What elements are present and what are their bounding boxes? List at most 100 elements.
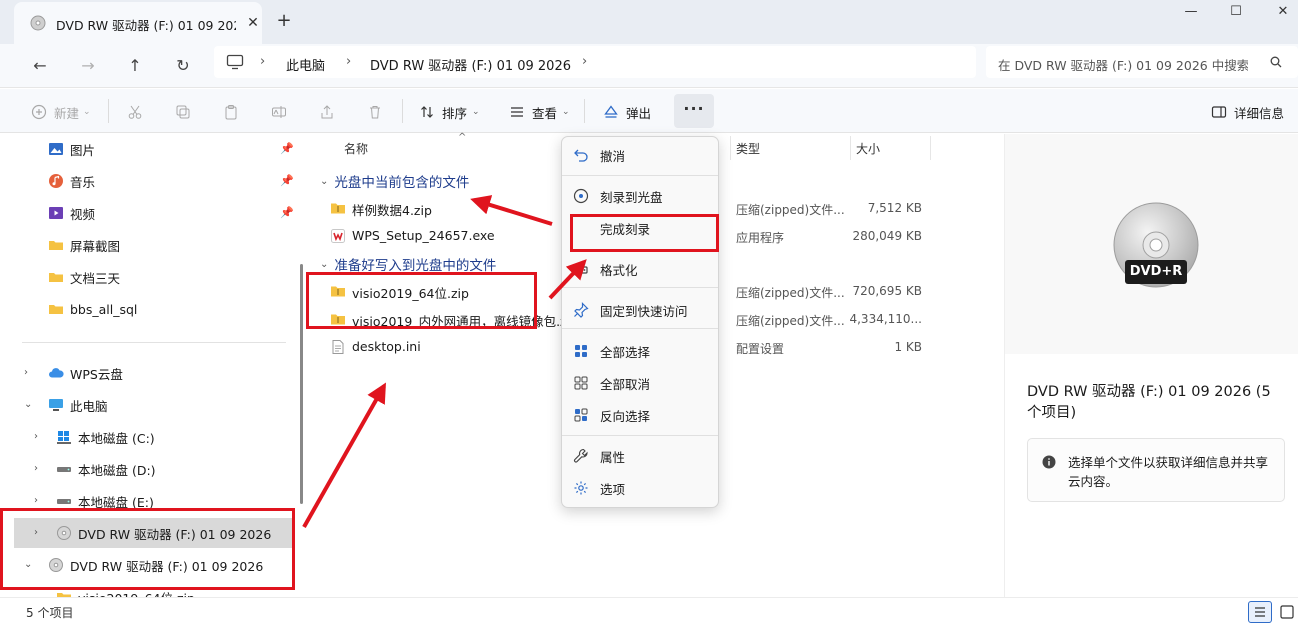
share-button[interactable]: [318, 102, 342, 122]
breadcrumb-this-pc[interactable]: 此电脑: [286, 55, 325, 74]
chevron-down-icon[interactable]: ⌄: [24, 399, 32, 410]
toolbar-divider: [402, 99, 403, 123]
chevron-right-icon[interactable]: ›: [34, 495, 38, 506]
nav-item-bbs-all-sql[interactable]: bbs_all_sql: [48, 297, 137, 321]
column-header-name[interactable]: 名称: [344, 140, 368, 157]
tiles-view-icon: [1280, 605, 1294, 619]
pin-icon[interactable]: 📌: [280, 174, 294, 187]
new-button[interactable]: 新建 ⌄: [30, 102, 91, 122]
nav-item-drive-c[interactable]: 本地磁盘 (C:): [56, 425, 155, 449]
more-options-button[interactable]: ···: [674, 94, 714, 128]
sort-arrows-icon: [418, 103, 436, 121]
details-pane-button[interactable]: 详细信息: [1210, 102, 1284, 122]
column-divider[interactable]: [850, 136, 851, 160]
maximize-button[interactable]: ☐: [1223, 4, 1249, 24]
menu-item-options[interactable]: 选项: [568, 474, 714, 502]
share-icon: [318, 103, 336, 121]
sort-button[interactable]: 排序 ⌄: [418, 102, 480, 122]
rename-icon: [270, 103, 288, 121]
nav-item-drive-d[interactable]: 本地磁盘 (D:): [56, 457, 156, 481]
forward-button[interactable]: →: [76, 54, 100, 78]
nav-item-screenshots[interactable]: 屏幕截图: [48, 233, 120, 257]
group-title: 光盘中当前包含的文件: [334, 175, 470, 191]
annotation-box-finish-burn: [570, 214, 719, 252]
menu-label: 格式化: [600, 262, 638, 278]
tab-close-icon[interactable]: ✕: [244, 14, 262, 32]
column-divider[interactable]: [730, 136, 731, 160]
address-bar-row: ← → ↑ ↻ › 此电脑 › DVD RW 驱动器 (F:) 01 09 20…: [0, 44, 1298, 88]
file-size: 280,049 KB: [852, 229, 922, 243]
nav-label: 此电脑: [70, 398, 108, 414]
group-header-pending[interactable]: ⌄ 准备好写入到光盘中的文件: [320, 254, 496, 274]
copy-button[interactable]: [174, 102, 198, 122]
delete-button[interactable]: [366, 102, 390, 122]
nav-item-wps-cloud[interactable]: WPS云盘: [48, 361, 123, 385]
menu-label: 刻录到光盘: [600, 189, 663, 205]
new-tab-button[interactable]: +: [274, 12, 294, 32]
nav-item-videos[interactable]: 视频: [48, 201, 95, 225]
menu-item-undo[interactable]: 撤消: [568, 141, 714, 169]
column-divider[interactable]: [930, 136, 931, 160]
menu-item-burn-to-disc[interactable]: 刻录到光盘: [568, 182, 714, 210]
up-button[interactable]: ↑: [123, 54, 147, 78]
column-header-size[interactable]: 大小: [856, 140, 880, 157]
group-header-current[interactable]: ⌄ 光盘中当前包含的文件: [320, 171, 469, 191]
menu-item-pin-quick-access[interactable]: 固定到快速访问: [568, 296, 714, 324]
file-type: 应用程序: [736, 231, 785, 245]
chevron-right-icon[interactable]: ›: [34, 463, 38, 474]
videos-icon: [48, 205, 64, 221]
close-window-button[interactable]: ✕: [1270, 4, 1296, 24]
cut-button[interactable]: [126, 102, 150, 122]
rename-button[interactable]: [270, 102, 294, 122]
search-box[interactable]: 在 DVD RW 驱动器 (F:) 01 09 2026 中搜索: [986, 46, 1298, 78]
menu-item-invert-selection[interactable]: 反向选择: [568, 401, 714, 429]
details-pane: DVD+R DVD RW 驱动器 (F:) 01 09 2026 (5 个项目)…: [1004, 134, 1298, 597]
menu-separator: [562, 175, 718, 176]
pin-icon[interactable]: 📌: [280, 142, 294, 155]
address-input[interactable]: › 此电脑 › DVD RW 驱动器 (F:) 01 09 2026 ›: [214, 46, 976, 78]
undo-icon: [572, 146, 590, 164]
chevron-down-icon: ⌄: [320, 258, 329, 270]
refresh-button[interactable]: ↻: [171, 54, 195, 78]
paste-button[interactable]: [222, 102, 246, 122]
hard-drive-icon: [56, 493, 72, 509]
file-size: 720,695 KB: [852, 284, 922, 298]
pin-icon[interactable]: 📌: [280, 206, 294, 219]
disc-drive-icon: [30, 15, 46, 31]
nav-scrollbar[interactable]: [300, 264, 303, 504]
tab-dvd-drive[interactable]: DVD RW 驱动器 (F:) 01 09 2026 ✕: [14, 2, 262, 44]
annotation-box-pending-files: [306, 272, 537, 329]
tiles-view-button[interactable]: [1276, 601, 1298, 623]
nav-item-music[interactable]: 音乐: [48, 169, 95, 193]
eject-button[interactable]: 弹出: [602, 102, 651, 122]
menu-item-select-all[interactable]: 全部选择: [568, 337, 714, 365]
details-label: 详细信息: [1234, 105, 1285, 121]
menu-item-select-none[interactable]: 全部取消: [568, 369, 714, 397]
nav-item-pictures[interactable]: 图片: [48, 137, 95, 161]
breadcrumb-dvd-drive[interactable]: DVD RW 驱动器 (F:) 01 09 2026: [370, 55, 571, 74]
back-button[interactable]: ←: [28, 54, 52, 78]
ini-icon: [330, 339, 346, 355]
chevron-right-icon[interactable]: ›: [24, 367, 28, 378]
column-header-type[interactable]: 类型: [736, 140, 760, 157]
search-icon[interactable]: [1270, 56, 1282, 68]
nav-label: 本地磁盘 (C:): [78, 430, 155, 446]
nav-item-this-pc[interactable]: 此电脑: [48, 393, 108, 417]
chevron-down-icon: ⌄: [320, 175, 329, 187]
menu-item-format[interactable]: 格式化: [568, 255, 714, 283]
dvd-r-label: DVD+R: [1125, 260, 1187, 284]
chevron-right-icon[interactable]: ›: [34, 431, 38, 442]
minimize-button[interactable]: —: [1178, 4, 1204, 24]
menu-item-properties[interactable]: 属性: [568, 442, 714, 470]
details-view-button[interactable]: [1248, 601, 1272, 623]
menu-label: 固定到快速访问: [600, 303, 688, 319]
windows-drive-icon: [56, 429, 72, 445]
file-type: 配置设置: [736, 342, 785, 356]
nav-item-docs[interactable]: 文档三天: [48, 265, 120, 289]
breadcrumb-chevron-icon[interactable]: ›: [582, 54, 587, 69]
item-count: 5 个项目: [26, 606, 74, 620]
menu-label: 全部选择: [600, 344, 651, 360]
search-input[interactable]: 在 DVD RW 驱动器 (F:) 01 09 2026 中搜索: [998, 55, 1248, 74]
view-button[interactable]: 查看 ⌄: [508, 102, 570, 122]
select-none-icon: [572, 374, 590, 392]
